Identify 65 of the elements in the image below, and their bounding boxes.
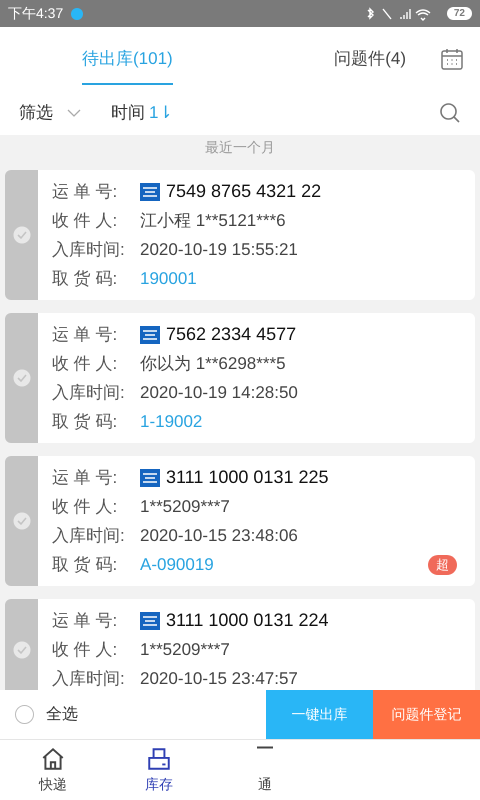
field-label: 运 单 号: [52, 610, 118, 632]
field-value: 2020-10-19 14:28:50 [140, 382, 298, 404]
field-value: 3111 1000 0131 225 [166, 466, 328, 489]
parcel-card[interactable]: 运 单 号: 7549 8765 4321 22 收 件 人: 江小程 1**5121***6 入库时间: 2020-10-19 15:55:21 取 货 码: 190001 [5, 170, 475, 300]
field-value: 3111 1000 0131 224 [166, 609, 328, 632]
field-label: 运 单 号: [52, 324, 118, 346]
nav-item[interactable]: 库存 [106, 746, 212, 795]
select-strip[interactable] [5, 313, 38, 443]
field-value: 190001 [140, 268, 197, 290]
field-label: 入库时间: [52, 524, 126, 547]
field-label: 收 件 人: [52, 352, 118, 375]
parcel-card[interactable]: 运 单 号: 3111 1000 0131 224 收 件 人: 1**5209***7 入库时间: 2020-10-15 23:47:57 [5, 599, 475, 690]
filter-dropdown[interactable]: 筛选 [19, 100, 81, 126]
check-icon [12, 640, 30, 658]
check-icon [12, 226, 30, 244]
field-value: 1**5209***7 [140, 638, 230, 661]
parcel-card[interactable]: 运 单 号: 3111 1000 0131 225 收 件 人: 1**5209***7 入库时间: 2020-10-15 23:48:06 取 货 码: A-090019 超 [5, 456, 475, 586]
app-notification-icon [71, 8, 84, 20]
select-strip[interactable] [5, 170, 38, 300]
nav-item[interactable]: 通 [212, 746, 318, 795]
tab[interactable]: 问题件(4) [334, 27, 406, 90]
calendar-icon[interactable] [440, 46, 464, 70]
overdue-badge: 超 [428, 555, 457, 575]
field-value: 2020-10-19 15:55:21 [140, 238, 298, 261]
field-label: 运 单 号: [52, 466, 118, 489]
field-label: 入库时间: [52, 668, 126, 690]
field-label: 入库时间: [52, 238, 126, 261]
parcel-card[interactable]: 运 单 号: 7562 2334 4577 收 件 人: 你以为 1**6298***5 入库时间: 2020-10-19 14:28:50 取 货 码: 1-19002 [5, 313, 475, 443]
field-value: 江小程 1**5121***6 [140, 210, 286, 232]
select-strip[interactable] [5, 599, 38, 690]
check-icon [12, 369, 30, 387]
field-label: 取 货 码: [52, 410, 118, 433]
field-value: 1-19002 [140, 410, 202, 433]
field-label: 取 货 码: [52, 554, 118, 576]
check-icon [12, 512, 30, 530]
field-value: 2020-10-15 23:47:57 [140, 668, 298, 690]
field-label: 收 件 人: [52, 638, 118, 661]
field-value: 1**5209***7 [140, 496, 230, 518]
section-header: 最近一个月 [204, 138, 276, 157]
battery-level: 72 [446, 7, 472, 20]
courier-logo-icon [140, 182, 160, 200]
home-icon [40, 746, 66, 772]
field-value: 7549 8765 4321 22 [166, 180, 322, 203]
courier-logo-icon [140, 612, 160, 630]
chevron-down-icon [67, 108, 81, 116]
line-icon [257, 746, 273, 749]
nav-item[interactable]: 快递 [0, 746, 106, 795]
select-all-radio[interactable]: 全选 [0, 690, 78, 739]
field-value: 你以为 1**6298***5 [140, 352, 286, 375]
field-label: 取 货 码: [52, 268, 118, 290]
field-value: 2020-10-15 23:48:06 [140, 524, 298, 547]
courier-logo-icon [140, 326, 160, 344]
status-time: 下午4:37 [8, 4, 64, 23]
field-label: 入库时间: [52, 382, 126, 404]
field-label: 运 单 号: [52, 180, 118, 203]
field-label: 收 件 人: [52, 496, 118, 518]
sort-icon: 1⇂ [149, 100, 172, 126]
select-strip[interactable] [5, 456, 38, 586]
search-icon[interactable] [439, 102, 461, 124]
field-value: A-090019 [140, 554, 214, 576]
sort-button[interactable]: 时间 1⇂ [111, 100, 172, 126]
field-label: 收 件 人: [52, 210, 118, 232]
courier-logo-icon [140, 468, 160, 486]
field-value: 7562 2334 4577 [166, 323, 296, 346]
printer-icon [146, 746, 172, 772]
